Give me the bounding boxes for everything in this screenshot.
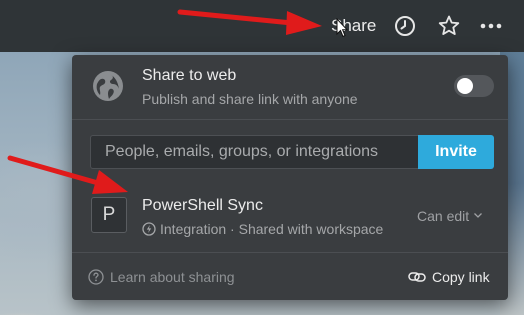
help-icon bbox=[88, 269, 104, 285]
divider bbox=[72, 119, 508, 120]
member-row: P PowerShell Sync Integration · Shared w… bbox=[72, 187, 508, 243]
share-to-web-title: Share to web bbox=[142, 67, 237, 84]
invite-button[interactable]: Invite bbox=[418, 135, 494, 169]
divider bbox=[72, 252, 508, 253]
share-to-web-subtitle: Publish and share link with anyone bbox=[142, 91, 358, 107]
permission-label: Can edit bbox=[417, 208, 470, 224]
invite-search-input[interactable] bbox=[90, 135, 418, 169]
avatar: P bbox=[91, 197, 127, 233]
permission-dropdown[interactable]: Can edit bbox=[417, 208, 483, 224]
globe-icon bbox=[93, 71, 123, 101]
member-name: PowerShell Sync bbox=[142, 197, 263, 214]
learn-about-sharing-link[interactable]: Learn about sharing bbox=[88, 269, 235, 285]
more-icon[interactable] bbox=[478, 13, 504, 39]
top-bar: Share bbox=[0, 0, 524, 52]
share-to-web-toggle[interactable] bbox=[454, 75, 494, 97]
member-subtitle: Integration · Shared with workspace bbox=[142, 221, 383, 237]
mouse-cursor-icon bbox=[336, 18, 348, 38]
copy-link-label: Copy link bbox=[432, 269, 490, 285]
chevron-down-icon bbox=[474, 213, 483, 218]
share-to-web-row[interactable]: Share to web Publish and share link with… bbox=[72, 55, 508, 119]
history-icon[interactable] bbox=[392, 13, 418, 39]
learn-label: Learn about sharing bbox=[110, 269, 235, 285]
share-popup: Share to web Publish and share link with… bbox=[72, 55, 508, 300]
copy-link-button[interactable]: Copy link bbox=[408, 269, 490, 285]
toggle-knob bbox=[457, 78, 473, 94]
link-icon bbox=[408, 272, 426, 282]
star-icon[interactable] bbox=[436, 13, 462, 39]
integration-bolt-icon bbox=[142, 222, 156, 236]
member-subtitle-text: Integration · Shared with workspace bbox=[160, 221, 384, 237]
